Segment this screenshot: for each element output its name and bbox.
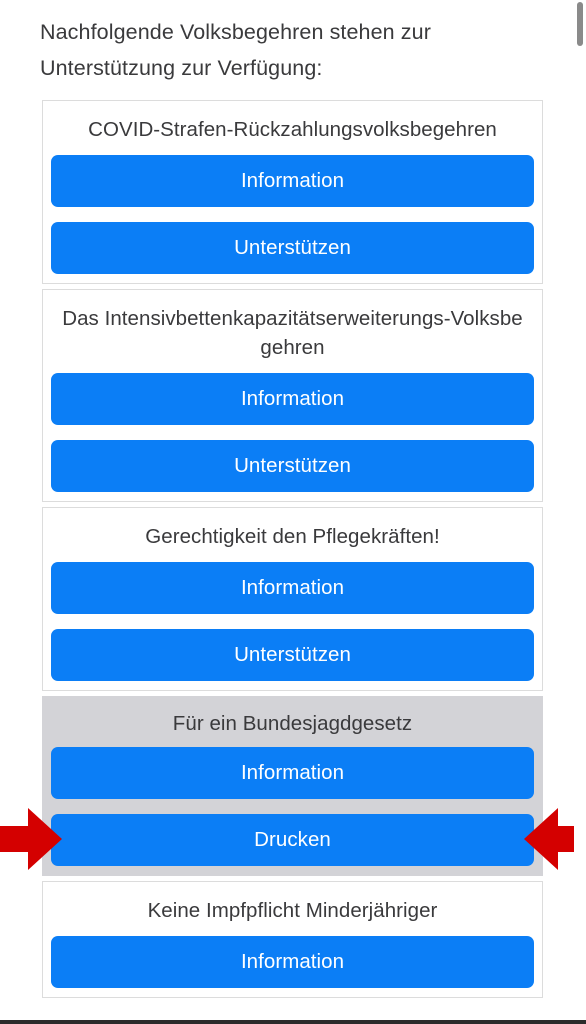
information-button[interactable]: Information <box>51 936 534 988</box>
volksbegehren-card: COVID-Strafen-Rückzahlungsvolksbegehren I… <box>42 100 543 284</box>
card-title: Gerechtigkeit den Pflegekräften! <box>145 525 440 548</box>
information-button[interactable]: Information <box>51 373 534 425</box>
volksbegehren-card: Gerechtigkeit den Pflegekräften! Informat… <box>42 507 543 691</box>
drucken-button[interactable]: Drucken <box>51 814 534 866</box>
card-title: COVID-Strafen-Rückzahlungsvolksbegehren <box>88 118 497 141</box>
bottom-edge-strip <box>0 1020 586 1024</box>
volksbegehren-card-list: COVID-Strafen-Rückzahlungsvolksbegehren I… <box>42 100 543 1003</box>
information-button[interactable]: Information <box>51 747 534 799</box>
card-title: Für ein Bundesjagdgesetz <box>172 712 413 735</box>
app-viewport: Nachfolgende Volksbegehren stehen zur Un… <box>0 0 586 1024</box>
untersttzen-button[interactable]: Unterstützen <box>51 440 534 492</box>
vertical-scrollbar[interactable] <box>574 0 586 1024</box>
information-button[interactable]: Information <box>51 562 534 614</box>
volksbegehren-card: Für ein Bundesjagdgesetz Information Druck… <box>42 696 543 876</box>
page-intro-text: Nachfolgende Volksbegehren stehen zur Un… <box>40 20 431 80</box>
volksbegehren-card: Keine Impfpflicht Minderjähriger Informat… <box>42 881 543 998</box>
card-title: Keine Impfpflicht Minderjähriger <box>147 899 438 922</box>
untersttzen-button[interactable]: Unterstützen <box>51 629 534 681</box>
card-title: Das Intensivbettenkapazitätserweiterungs… <box>62 307 523 359</box>
scrollbar-thumb[interactable] <box>577 2 583 46</box>
untersttzen-button[interactable]: Unterstützen <box>51 222 534 274</box>
volksbegehren-card: Das Intensivbettenkapazitätserweiterungs… <box>42 289 543 502</box>
information-button[interactable]: Information <box>51 155 534 207</box>
